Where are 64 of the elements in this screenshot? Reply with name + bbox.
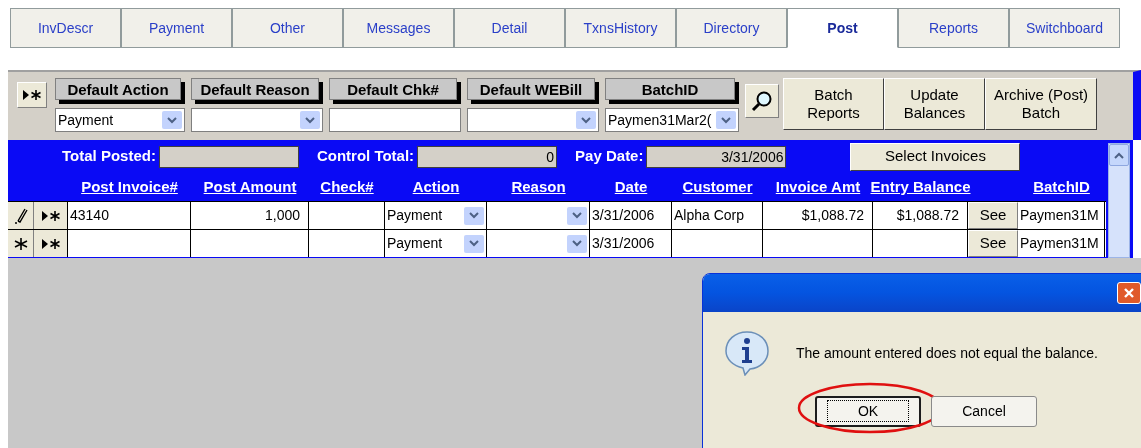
combo-box[interactable] — [191, 108, 323, 132]
dialog-button[interactable]: OK — [815, 396, 921, 427]
column-header[interactable]: Post Amount — [203, 175, 297, 199]
tab[interactable]: Switchboard — [1009, 8, 1120, 48]
table-cell[interactable]: Alpha Corp — [672, 202, 763, 229]
action-button[interactable]: Update Balances — [884, 78, 985, 130]
column-header[interactable]: Reason — [511, 175, 566, 199]
record-marker-icon — [40, 237, 61, 250]
column-header[interactable]: Action — [412, 175, 460, 199]
asterisk-icon — [13, 236, 28, 251]
total-label: Control Total: — [316, 146, 415, 167]
search-button[interactable] — [745, 84, 779, 118]
tab[interactable]: Detail — [454, 8, 565, 48]
combo-box[interactable]: Paymen31Mar2( — [605, 108, 739, 132]
total-field: 3/31/2006 — [646, 145, 787, 168]
tab[interactable]: Payment — [121, 8, 232, 48]
action-button[interactable]: Archive (Post) Batch — [985, 78, 1097, 130]
total-label: Pay Date: — [575, 146, 644, 167]
column-header[interactable]: Invoice Amt — [775, 175, 861, 199]
tab[interactable]: Other — [232, 8, 343, 48]
search-icon — [751, 90, 773, 112]
combo-box[interactable]: Payment — [55, 108, 185, 132]
tab[interactable]: Messages — [343, 8, 454, 48]
total-label: Total Posted: — [62, 146, 156, 167]
info-icon — [723, 330, 771, 376]
close-icon — [1123, 287, 1135, 299]
total-field: 0 — [417, 145, 558, 168]
tab[interactable]: Directory — [676, 8, 787, 48]
select-invoices-button[interactable]: Select Invoices — [850, 142, 1021, 171]
row-marker-button[interactable] — [34, 202, 68, 229]
scrollbar[interactable] — [1108, 143, 1130, 258]
new-record-button[interactable] — [17, 82, 47, 108]
table-cell[interactable]: Paymen31M — [1018, 202, 1105, 229]
column-header[interactable]: BatchID — [1033, 175, 1090, 199]
column-header[interactable]: Entry Balance — [870, 175, 971, 199]
combo-box[interactable] — [467, 108, 599, 132]
see-button[interactable]: See — [968, 202, 1018, 229]
close-button[interactable] — [1117, 282, 1141, 304]
table-cell[interactable]: 3/31/2006 — [590, 202, 672, 229]
dialog-message: The amount entered does not equal the balance. — [796, 343, 1098, 363]
column-header[interactable]: Date — [614, 175, 648, 199]
see-button[interactable]: See — [968, 230, 1018, 257]
record-marker-icon — [40, 209, 61, 222]
column-header[interactable]: Check# — [320, 175, 374, 199]
table-cell[interactable]: 3/31/2006 — [590, 230, 672, 257]
input-field[interactable] — [329, 108, 461, 132]
action-button[interactable]: Batch Reports — [783, 78, 884, 130]
column-header[interactable]: Customer — [682, 175, 753, 199]
dialog-button[interactable]: Cancel — [931, 396, 1037, 427]
tab[interactable]: InvDescr — [10, 8, 121, 48]
record-marker-icon — [22, 89, 42, 101]
tab[interactable]: Post — [787, 8, 898, 48]
tab[interactable]: TxnsHistory — [565, 8, 676, 48]
grid-combo[interactable]: Payment — [385, 202, 487, 229]
row-selector[interactable] — [8, 202, 34, 229]
table-cell[interactable]: Paymen31M — [1018, 230, 1105, 257]
row-marker-button[interactable] — [34, 230, 68, 257]
tab[interactable]: Reports — [898, 8, 1009, 48]
row-selector[interactable] — [8, 230, 34, 257]
pencil-icon — [13, 207, 28, 224]
scroll-up-icon[interactable] — [1114, 151, 1124, 159]
table-cell[interactable]: 43140 — [68, 202, 191, 229]
column-header[interactable]: Post Invoice# — [81, 175, 178, 199]
grid-combo[interactable]: Payment — [385, 230, 487, 257]
